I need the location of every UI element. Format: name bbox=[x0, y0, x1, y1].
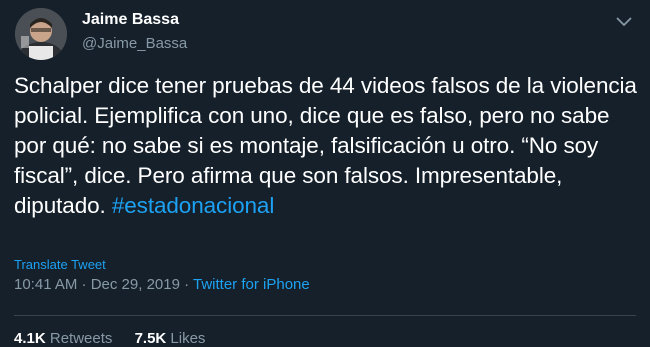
tweet-meta: 10:41 AM · Dec 29, 2019 · Twitter for iP… bbox=[14, 276, 310, 293]
more-options-button[interactable] bbox=[612, 10, 636, 34]
tweet-body: Schalper dice tener pruebas de 44 videos… bbox=[14, 73, 637, 218]
tweet-stats: 4.1K Retweets 7.5K Likes bbox=[14, 330, 223, 347]
tweet-source-link[interactable]: Twitter for iPhone bbox=[193, 276, 310, 293]
tweet-text: Schalper dice tener pruebas de 44 videos… bbox=[14, 71, 638, 221]
likes-stat[interactable]: 7.5K Likes bbox=[135, 330, 206, 347]
avatar[interactable] bbox=[15, 8, 67, 60]
hashtag-link[interactable]: #estadonacional bbox=[112, 193, 274, 218]
chevron-down-icon bbox=[616, 17, 632, 26]
tweet-timestamp[interactable]: 10:41 AM · Dec 29, 2019 · bbox=[14, 276, 193, 293]
retweets-stat[interactable]: 4.1K Retweets bbox=[14, 330, 112, 347]
divider bbox=[14, 315, 636, 316]
retweets-label: Retweets bbox=[45, 330, 113, 347]
retweets-count: 4.1K bbox=[14, 330, 46, 347]
likes-label: Likes bbox=[166, 330, 206, 347]
translate-tweet-link[interactable]: Translate Tweet bbox=[14, 257, 106, 272]
user-handle[interactable]: @Jaime_Bassa bbox=[82, 35, 187, 52]
likes-count: 7.5K bbox=[134, 330, 167, 347]
avatar-photo bbox=[15, 8, 67, 60]
display-name[interactable]: Jaime Bassa bbox=[82, 11, 179, 29]
